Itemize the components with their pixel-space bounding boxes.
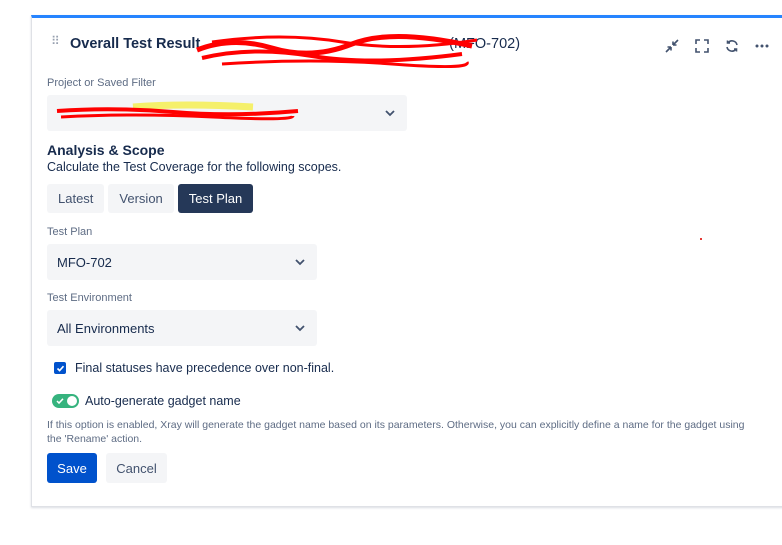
auto-name-label: Auto-generate gadget name bbox=[85, 394, 241, 408]
auto-name-help-text: If this option is enabled, Xray will gen… bbox=[47, 419, 745, 445]
auto-name-toggle[interactable] bbox=[52, 394, 79, 408]
chevron-down-icon bbox=[295, 325, 305, 332]
final-statuses-checkbox[interactable] bbox=[54, 362, 66, 374]
test-environment-value: All Environments bbox=[57, 320, 155, 336]
chevron-down-icon bbox=[385, 110, 395, 117]
test-plan-label: Test Plan bbox=[47, 226, 93, 238]
filter-select[interactable] bbox=[47, 95, 407, 131]
tab-version[interactable]: Version bbox=[108, 184, 174, 213]
chevron-down-icon bbox=[295, 259, 305, 266]
cancel-button[interactable]: Cancel bbox=[106, 453, 167, 483]
checkmark-icon bbox=[56, 398, 64, 405]
test-environment-select[interactable]: All Environments bbox=[47, 310, 317, 346]
more-options-icon[interactable] bbox=[752, 36, 772, 56]
filter-label: Project or Saved Filter bbox=[47, 77, 156, 89]
auto-name-option: Auto-generate gadget name bbox=[52, 394, 241, 408]
test-environment-label: Test Environment bbox=[47, 292, 132, 304]
scope-tabs: Latest Version Test Plan bbox=[47, 184, 254, 213]
tab-test-plan[interactable]: Test Plan bbox=[177, 184, 254, 213]
test-plan-value: MFO-702 bbox=[57, 254, 112, 270]
stray-mark bbox=[700, 238, 702, 240]
save-button[interactable]: Save bbox=[47, 453, 97, 483]
gadget-title-suffix: - (MFO-702) bbox=[440, 36, 521, 52]
test-plan-select[interactable]: MFO-702 bbox=[47, 244, 317, 280]
gadget-title: Overall Test Result - (MFO-702) bbox=[70, 36, 520, 52]
minimize-icon[interactable] bbox=[662, 36, 682, 56]
scope-description: Calculate the Test Coverage for the foll… bbox=[47, 160, 342, 174]
fullscreen-icon[interactable] bbox=[692, 36, 712, 56]
gadget-title-prefix: Overall Test Result bbox=[70, 36, 201, 52]
gadget-header: ⠿ Overall Test Result - (MFO-702) bbox=[32, 18, 782, 74]
toggle-knob bbox=[67, 396, 77, 406]
refresh-icon[interactable] bbox=[722, 36, 742, 56]
drag-handle-icon[interactable]: ⠿ bbox=[51, 35, 61, 52]
header-actions bbox=[662, 36, 772, 56]
scope-title: Analysis & Scope bbox=[47, 142, 165, 158]
gadget-card: ⠿ Overall Test Result - (MFO-702) Projec… bbox=[31, 15, 782, 507]
final-statuses-option: Final statuses have precedence over non-… bbox=[54, 361, 334, 375]
checkmark-icon bbox=[56, 365, 64, 372]
final-statuses-label: Final statuses have precedence over non-… bbox=[75, 361, 335, 375]
filter-redaction-scribble bbox=[56, 101, 299, 121]
tab-latest[interactable]: Latest bbox=[47, 184, 105, 213]
